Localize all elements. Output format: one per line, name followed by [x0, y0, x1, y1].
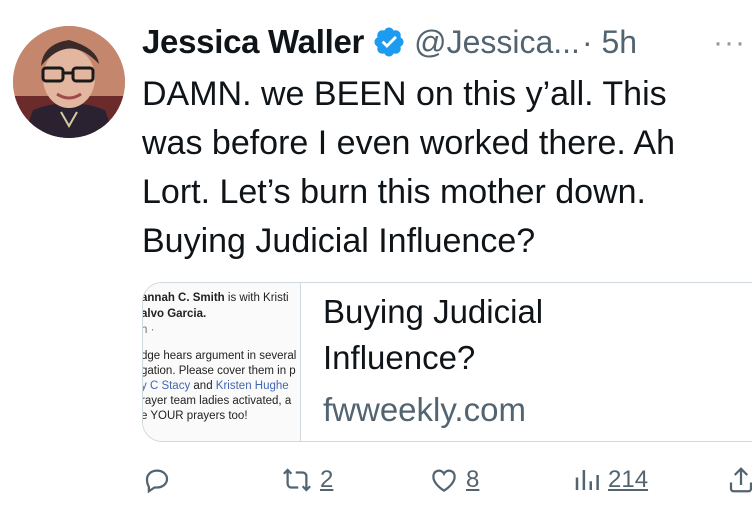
card-thumbnail: annah C. Smith is with Kristi alvo Garci… — [143, 283, 301, 441]
share-button[interactable] — [726, 458, 752, 502]
tweet-text-line: DAMN. we BEEN on this y’all. This — [142, 75, 667, 113]
more-options-icon[interactable]: ··· — [713, 26, 746, 60]
thumb-text: and — [190, 380, 216, 392]
heart-icon — [432, 469, 456, 492]
tweet-header: Jessica Waller @Jessica... · 5h ··· — [142, 20, 752, 64]
retweet-count: 2 — [320, 466, 334, 493]
author-name[interactable]: Jessica Waller — [142, 23, 364, 61]
link-preview-card[interactable]: annah C. Smith is with Kristi alvo Garci… — [142, 282, 752, 442]
tweet-text: DAMN. we BEEN on this y’all. This was be… — [142, 70, 747, 266]
tweet-text-line: was before I even worked there. Ah — [142, 124, 675, 162]
card-title-line: Influence? — [323, 339, 476, 376]
thumb-text: gation. Please cover them in p — [143, 365, 296, 377]
avatar-photo — [13, 26, 125, 138]
like-button[interactable]: 8 — [428, 458, 479, 502]
views-chart-icon — [575, 470, 599, 490]
thumb-text: alvo Garcia. — [143, 308, 207, 320]
views-button[interactable]: 214 — [572, 458, 648, 502]
thumb-text: dge hears argument in several — [143, 350, 297, 362]
reply-button[interactable] — [142, 458, 178, 502]
avatar[interactable] — [13, 26, 125, 138]
card-title-line: Buying Judicial — [323, 293, 544, 330]
thumb-text: h · — [143, 324, 155, 336]
card-domain: fwweekly.com — [323, 391, 526, 428]
thumb-text: Kristen Hughe — [215, 380, 289, 392]
author-handle[interactable]: @Jessica... — [414, 24, 580, 61]
thumb-text: is with Kristi — [224, 292, 289, 304]
tweet-text-line: Buying Judicial Influence? — [142, 222, 536, 260]
thumb-text: e YOUR prayers too! — [143, 410, 248, 422]
reply-icon — [145, 469, 169, 494]
verified-badge-icon — [374, 27, 404, 57]
tweet-text-line: Lort. Let’s burn this mother down. — [142, 173, 646, 211]
card-body: Buying Judicial Influence? fwweekly.com — [301, 283, 752, 441]
share-icon — [729, 467, 752, 493]
tweet-timestamp[interactable]: · 5h — [582, 24, 637, 61]
views-count: 214 — [608, 466, 649, 493]
card-title: Buying Judicial Influence? — [323, 289, 752, 381]
retweet-icon — [283, 468, 311, 492]
tweet-actions: 2 8 214 — [142, 458, 752, 502]
like-count: 8 — [466, 466, 480, 493]
thumb-text: rayer team ladies activated, a — [143, 395, 292, 407]
thumb-text: y C Stacy — [143, 380, 191, 392]
retweet-button[interactable]: 2 — [280, 458, 333, 502]
thumb-text: annah C. Smith — [143, 292, 225, 304]
